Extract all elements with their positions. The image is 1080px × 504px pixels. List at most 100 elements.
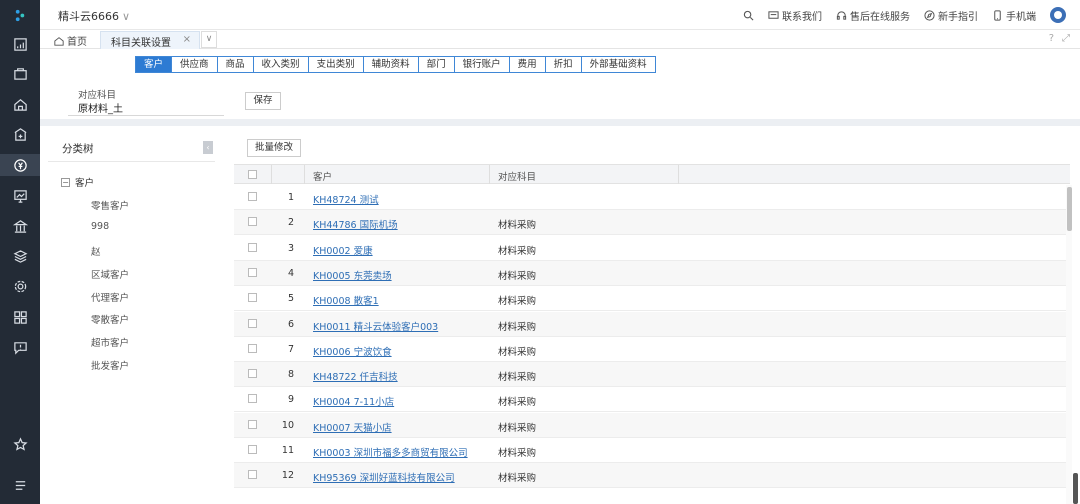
row-checkbox[interactable] bbox=[248, 445, 257, 454]
category-tab-bank-account[interactable]: 银行账户 bbox=[453, 56, 510, 73]
category-tab-auxiliary[interactable]: 辅助资料 bbox=[362, 56, 419, 73]
table-row[interactable]: 10 KH0007 天猫小店 材料采购 bbox=[234, 412, 1070, 438]
subject-cell[interactable]: 材料采购 bbox=[498, 268, 536, 282]
tree-item[interactable]: 超市客户 bbox=[91, 335, 129, 349]
building-icon[interactable] bbox=[0, 123, 40, 145]
apps-grid-icon[interactable] bbox=[0, 306, 40, 328]
row-checkbox[interactable] bbox=[248, 192, 257, 201]
tree-item[interactable]: 区域客户 bbox=[91, 267, 129, 281]
row-checkbox[interactable] bbox=[248, 242, 257, 252]
category-tab-supplier[interactable]: 供应商 bbox=[171, 56, 218, 73]
category-tab-income-type[interactable]: 收入类别 bbox=[252, 56, 309, 73]
subject-field[interactable]: 对应科目 原材料_土 bbox=[68, 87, 224, 116]
feedback-icon[interactable] bbox=[0, 336, 40, 358]
after-sales-link[interactable]: 售后在线服务 bbox=[836, 8, 910, 23]
select-all-checkbox[interactable] bbox=[248, 170, 257, 179]
subject-cell[interactable]: 材料采购 bbox=[498, 369, 536, 383]
grid-scrollbar[interactable] bbox=[1066, 185, 1072, 504]
tree-root-customer[interactable]: − 客户 bbox=[61, 175, 94, 189]
yuan-coin-icon[interactable] bbox=[0, 154, 40, 176]
table-row[interactable]: 4 KH0005 东莞卖场 材料采购 bbox=[234, 260, 1070, 286]
close-icon[interactable]: × bbox=[183, 34, 191, 45]
table-row[interactable]: 6 KH0011 精斗云体验客户003 材料采购 bbox=[234, 311, 1070, 337]
help-icon[interactable]: ? bbox=[1049, 33, 1054, 44]
row-checkbox[interactable] bbox=[248, 419, 257, 429]
table-row[interactable]: 9 KH0004 7-11小店 材料采购 bbox=[234, 387, 1070, 413]
batch-edit-button[interactable]: 批量修改 bbox=[247, 139, 302, 157]
save-button[interactable]: 保存 bbox=[245, 92, 281, 110]
subject-cell[interactable]: 材料采购 bbox=[498, 243, 536, 257]
row-checkbox[interactable] bbox=[248, 343, 257, 353]
category-tab-department[interactable]: 部门 bbox=[417, 56, 455, 73]
category-tab-expense-type[interactable]: 支出类别 bbox=[307, 56, 364, 73]
chart-monitor-icon[interactable] bbox=[0, 185, 40, 207]
customer-link[interactable]: KH0005 东莞卖场 bbox=[313, 268, 392, 282]
subject-cell[interactable]: 材料采购 bbox=[498, 470, 536, 484]
customer-link[interactable]: KH0007 天猫小店 bbox=[313, 420, 392, 434]
collapse-panel-button[interactable]: ‹ bbox=[203, 141, 213, 154]
fullscreen-icon[interactable]: ⤢ bbox=[1062, 33, 1070, 44]
subject-cell[interactable]: 材料采购 bbox=[498, 420, 536, 434]
subject-cell[interactable]: 材料采购 bbox=[498, 344, 536, 358]
company-selector[interactable]: 精斗云6666 ∨ bbox=[58, 8, 130, 24]
row-checkbox[interactable] bbox=[248, 217, 257, 227]
tree-item[interactable]: 零售客户 bbox=[91, 198, 129, 212]
row-checkbox[interactable] bbox=[248, 369, 257, 379]
customer-link[interactable]: KH0008 散客1 bbox=[313, 293, 379, 307]
table-row[interactable]: 11 KH0003 深圳市福多多商贸有限公司 材料采购 bbox=[234, 438, 1070, 463]
customer-link[interactable]: KH95369 深圳好蓝科技有限公司 bbox=[313, 470, 455, 484]
customer-link[interactable]: KH44786 国际机场 bbox=[313, 217, 398, 231]
table-row[interactable]: 7 KH0006 宁波饮食 材料采购 bbox=[234, 337, 1070, 362]
category-tab-goods[interactable]: 商品 bbox=[216, 56, 254, 73]
layers-icon[interactable] bbox=[0, 245, 40, 267]
star-icon[interactable] bbox=[0, 433, 40, 455]
row-checkbox[interactable] bbox=[248, 293, 257, 303]
logo-icon[interactable] bbox=[0, 4, 40, 26]
subject-cell[interactable]: 材料采购 bbox=[498, 445, 536, 459]
row-checkbox[interactable] bbox=[248, 470, 257, 480]
search-button[interactable] bbox=[743, 10, 754, 21]
category-tab-fee[interactable]: 费用 bbox=[508, 56, 546, 73]
tree-item[interactable]: 998 bbox=[91, 221, 109, 232]
table-row[interactable]: 1 KH48724 测试 bbox=[234, 185, 1070, 210]
column-header-subject[interactable]: 对应科目 bbox=[498, 169, 536, 183]
settings-gear-icon[interactable] bbox=[0, 275, 40, 297]
contact-us-link[interactable]: 联系我们 bbox=[768, 8, 822, 23]
table-row[interactable]: 5 KH0008 散客1 材料采购 bbox=[234, 286, 1070, 312]
customer-link[interactable]: KH0002 爱康 bbox=[313, 243, 373, 257]
table-row[interactable]: 3 KH0002 爱康 材料采购 bbox=[234, 236, 1070, 261]
tab-subject-settings[interactable]: 科目关联设置 × bbox=[100, 31, 200, 49]
customer-link[interactable]: KH48724 测试 bbox=[313, 192, 379, 206]
table-row[interactable]: 2 KH44786 国际机场 材料采购 bbox=[234, 210, 1070, 236]
guide-link[interactable]: 新手指引 bbox=[924, 8, 978, 23]
tree-item[interactable]: 代理客户 bbox=[91, 290, 129, 304]
category-tab-discount[interactable]: 折扣 bbox=[544, 56, 582, 73]
customer-link[interactable]: KH0011 精斗云体验客户003 bbox=[313, 319, 438, 333]
shopping-bag-icon[interactable] bbox=[0, 62, 40, 84]
row-checkbox[interactable] bbox=[248, 394, 257, 404]
tree-item[interactable]: 零散客户 bbox=[91, 312, 129, 326]
bank-icon[interactable] bbox=[0, 215, 40, 237]
customer-link[interactable]: KH0004 7-11小店 bbox=[313, 394, 394, 408]
home-icon[interactable] bbox=[0, 93, 40, 115]
grid-scrollbar-thumb[interactable] bbox=[1067, 187, 1072, 231]
menu-lines-icon[interactable] bbox=[0, 474, 40, 496]
subject-cell[interactable]: 材料采购 bbox=[498, 293, 536, 307]
page-scrollbar-thumb[interactable] bbox=[1073, 473, 1078, 504]
customer-link[interactable]: KH0006 宁波饮食 bbox=[313, 344, 392, 358]
table-row[interactable]: 12 KH95369 深圳好蓝科技有限公司 材料采购 bbox=[234, 463, 1070, 489]
tree-item[interactable]: 赵 bbox=[91, 244, 101, 258]
row-checkbox[interactable] bbox=[248, 318, 257, 328]
calculator-icon[interactable] bbox=[0, 33, 40, 55]
customer-link[interactable]: KH48722 仟吉科技 bbox=[313, 369, 398, 383]
tabs-dropdown-button[interactable]: ∨ bbox=[201, 31, 217, 48]
column-header-customer[interactable]: 客户 bbox=[313, 169, 332, 183]
category-tab-customer[interactable]: 客户 bbox=[135, 56, 173, 73]
subject-cell[interactable]: 材料采购 bbox=[498, 217, 536, 231]
mobile-link[interactable]: 手机端 bbox=[992, 8, 1036, 23]
subject-cell[interactable]: 材料采购 bbox=[498, 319, 536, 333]
row-checkbox[interactable] bbox=[248, 267, 257, 277]
collapse-node-icon[interactable]: − bbox=[61, 177, 70, 187]
avatar[interactable] bbox=[1050, 7, 1066, 23]
table-row[interactable]: 8 KH48722 仟吉科技 材料采购 bbox=[234, 362, 1070, 388]
